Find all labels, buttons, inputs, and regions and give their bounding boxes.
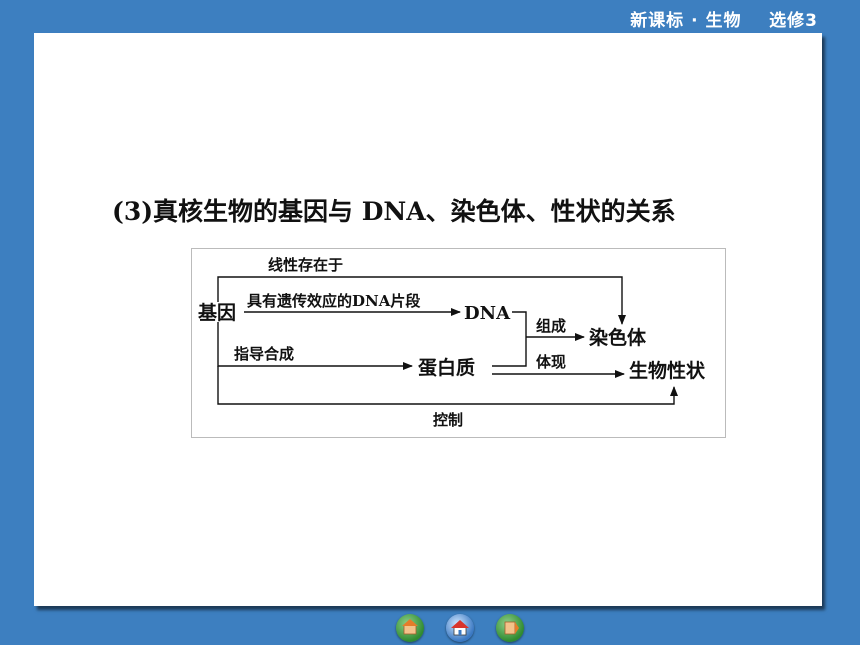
node-gene: 基因 [197,301,236,324]
next-button[interactable] [496,614,524,642]
previous-button[interactable] [396,614,424,642]
label-gene-to-dna: 具有遗传效应的DNA片段 [247,292,420,310]
home-icon [451,620,469,636]
node-dna: DNA [464,303,511,324]
label-linear-exists-in: 线性存在于 [268,256,343,274]
relationship-diagram: 基因 DNA 染色体 蛋白质 生物性状 线性存在于 具有遗传效应的DNA片段 组… [191,248,726,438]
label-compose: 组成 [536,317,566,335]
forward-arrow-icon [504,621,519,635]
back-arrow-icon [402,619,418,635]
label-embody: 体现 [536,353,566,371]
diagram-canvas: 基因 DNA 染色体 蛋白质 生物性状 线性存在于 具有遗传效应的DNA片段 组… [197,256,706,429]
label-control: 控制 [433,411,463,429]
home-button[interactable] [446,614,474,642]
node-chromosome: 染色体 [589,326,647,349]
node-trait: 生物性状 [629,359,706,382]
node-protein: 蛋白质 [418,356,475,379]
slide-heading: (3)真核生物的基因与 DNA、染色体、性状的关系 [112,197,676,226]
label-guide-synthesis: 指导合成 [234,345,294,363]
course-label: 新课标 · 生物 选修3 [630,11,818,31]
